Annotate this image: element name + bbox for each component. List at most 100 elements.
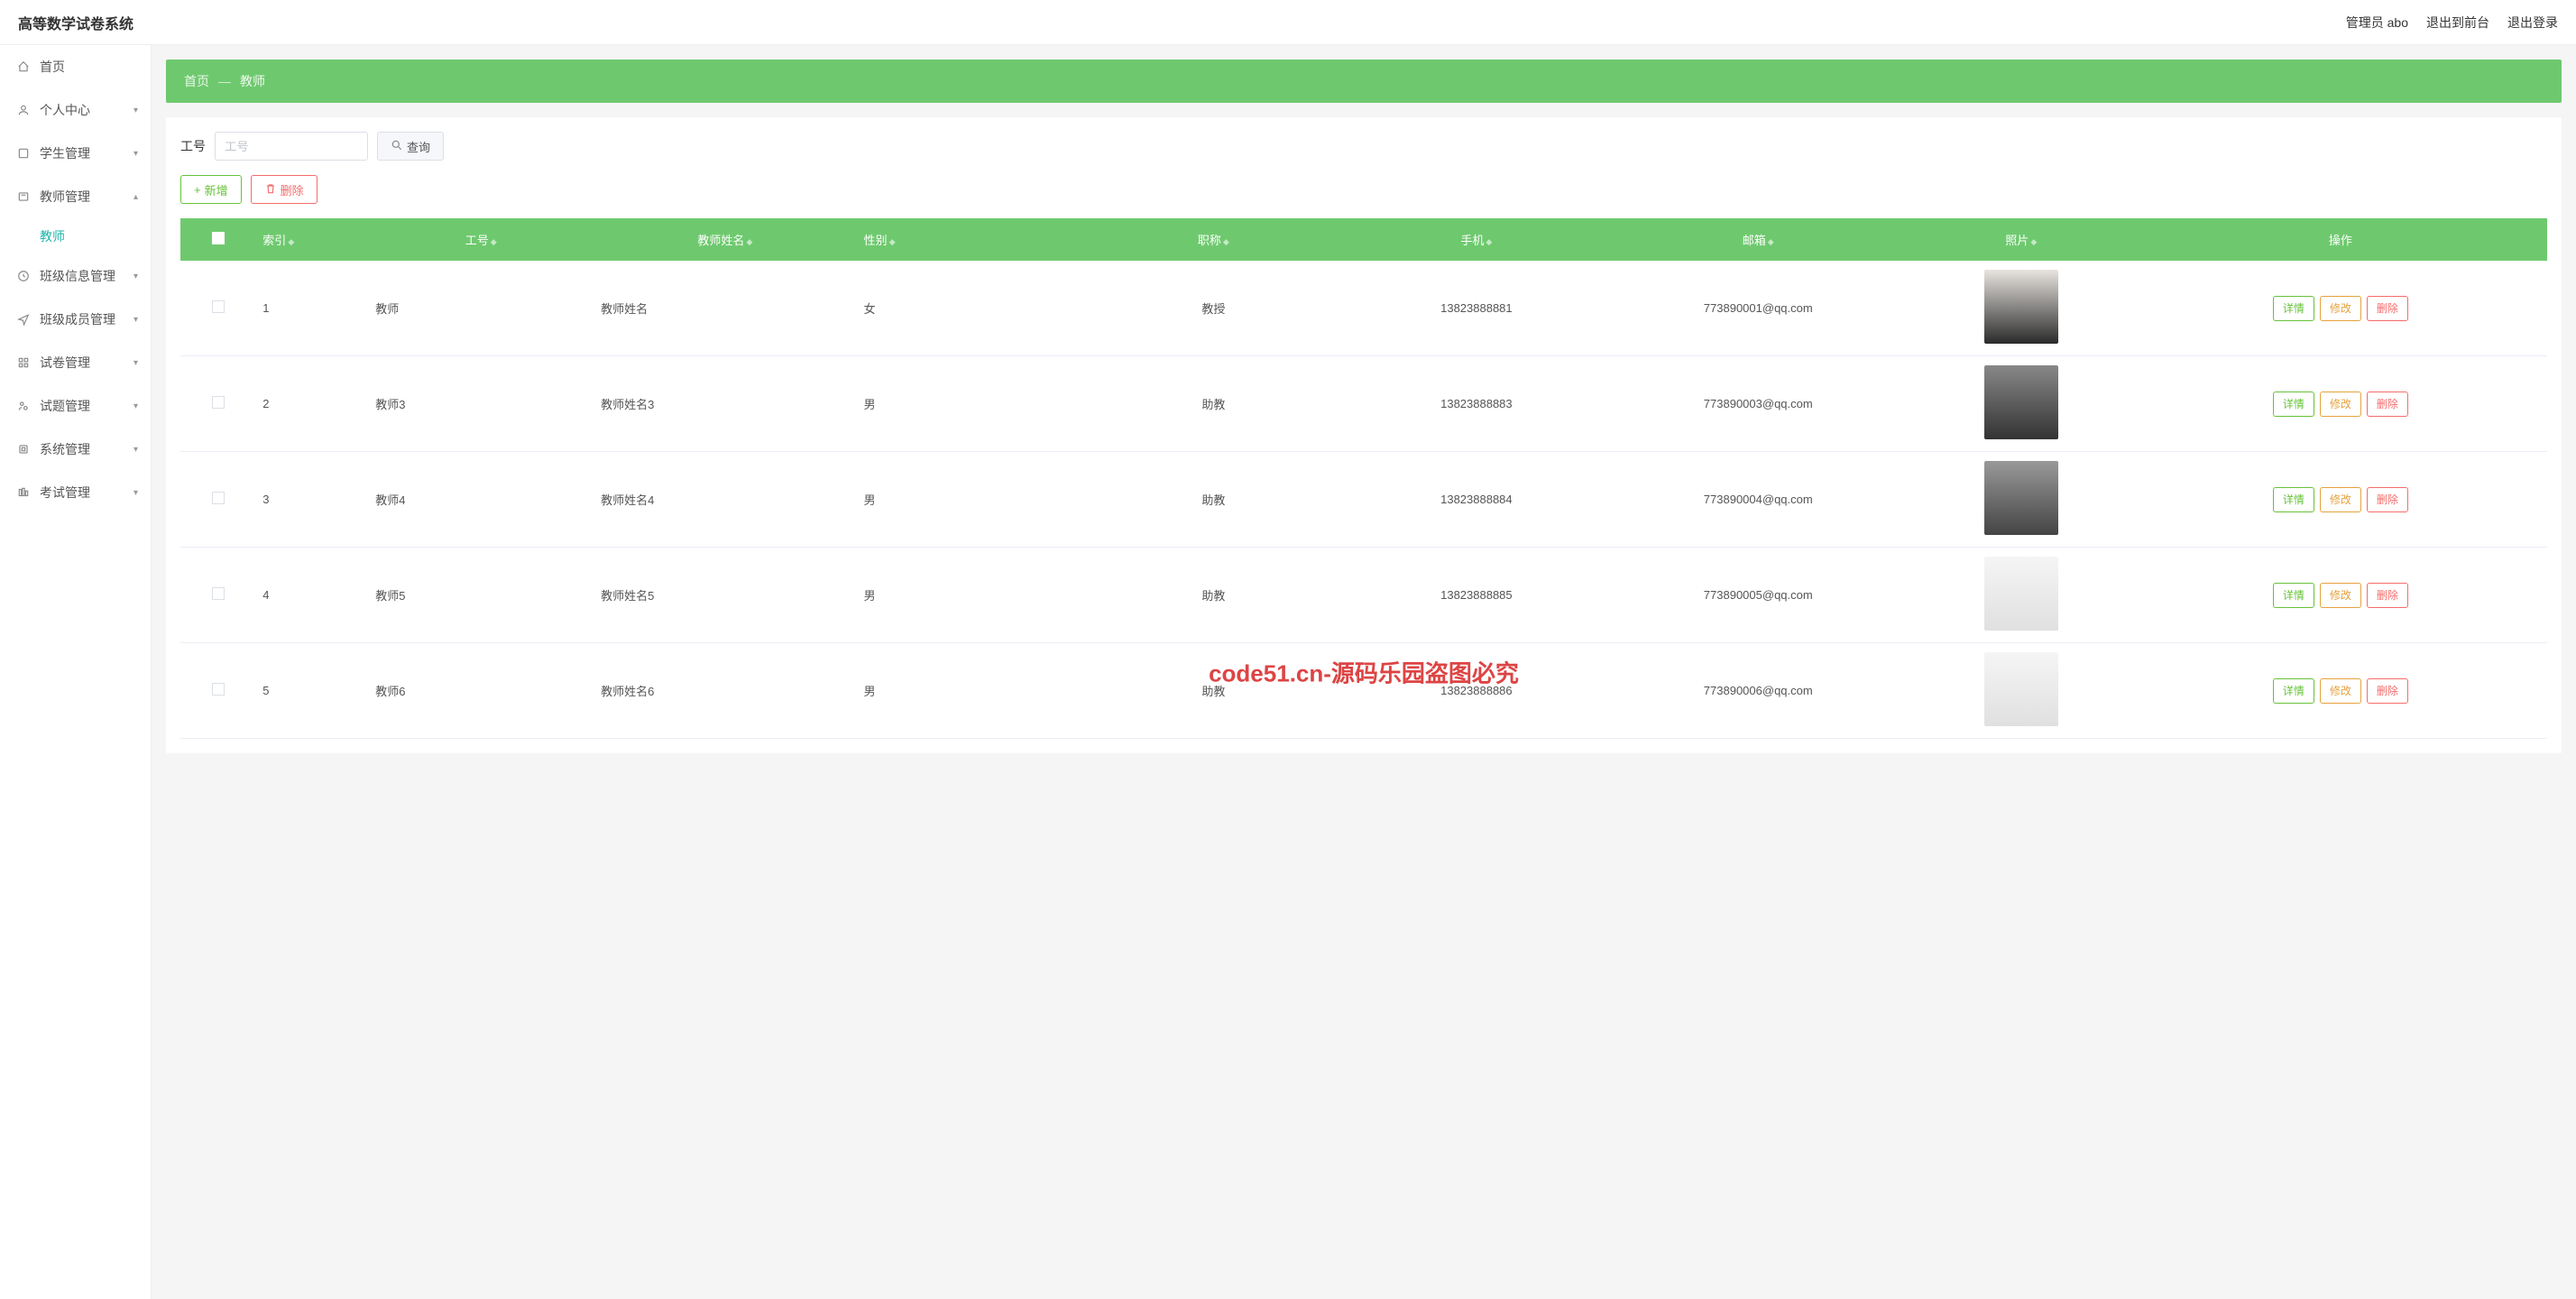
detail-button[interactable]: 详情 bbox=[2273, 392, 2314, 417]
main-content: 首页 — 教师 工号 查询 + 新增 删除 bbox=[152, 45, 2576, 1299]
col-name: 教师姓名 bbox=[697, 234, 744, 247]
sidebar-item-personal[interactable]: 个人中心 ▾ bbox=[0, 88, 151, 132]
chevron-down-icon: ▾ bbox=[133, 445, 138, 455]
cell-email: 773890003@qq.com bbox=[1608, 356, 1909, 452]
sort-icon[interactable]: ◆ bbox=[2030, 237, 2037, 246]
search-label: 工号 bbox=[180, 137, 206, 155]
cell-title: 教授 bbox=[1082, 261, 1346, 356]
cell-email: 773890001@qq.com bbox=[1608, 261, 1909, 356]
photo-thumbnail[interactable] bbox=[1984, 270, 2058, 344]
exam-icon bbox=[16, 485, 31, 500]
sort-icon[interactable]: ◆ bbox=[1768, 237, 1774, 246]
detail-button[interactable]: 详情 bbox=[2273, 296, 2314, 321]
remove-button[interactable]: 删除 bbox=[2367, 296, 2408, 321]
sidebar-item-label: 个人中心 bbox=[40, 101, 90, 119]
cell-email: 773890004@qq.com bbox=[1608, 452, 1909, 548]
sort-icon[interactable]: ◆ bbox=[491, 237, 497, 246]
header: 高等数学试卷系统 管理员 abo 退出到前台 退出登录 bbox=[0, 0, 2576, 45]
sidebar-item-classmember[interactable]: 班级成员管理 ▾ bbox=[0, 298, 151, 341]
table-row: 2 教师3 教师姓名3 男 助教 13823888883 773890003@q… bbox=[180, 356, 2547, 452]
sort-icon[interactable]: ◆ bbox=[1486, 237, 1492, 246]
breadcrumb-home[interactable]: 首页 bbox=[184, 72, 209, 90]
cell-phone: 13823888884 bbox=[1345, 452, 1608, 548]
sort-icon[interactable]: ◆ bbox=[288, 237, 294, 246]
row-checkbox[interactable] bbox=[212, 492, 225, 504]
sidebar-item-paper[interactable]: 试卷管理 ▾ bbox=[0, 341, 151, 384]
sidebar-item-classinfo[interactable]: 班级信息管理 ▾ bbox=[0, 254, 151, 298]
cell-name: 教师姓名6 bbox=[593, 643, 857, 739]
teacher-icon bbox=[16, 189, 31, 204]
edit-button[interactable]: 修改 bbox=[2320, 678, 2361, 704]
cell-gender: 男 bbox=[857, 452, 1082, 548]
sidebar-item-question[interactable]: 试题管理 ▾ bbox=[0, 384, 151, 428]
sidebar-item-student[interactable]: 学生管理 ▾ bbox=[0, 132, 151, 175]
sidebar-item-label: 首页 bbox=[40, 58, 65, 76]
search-button[interactable]: 查询 bbox=[377, 132, 444, 161]
photo-thumbnail[interactable] bbox=[1984, 461, 2058, 535]
remove-button[interactable]: 删除 bbox=[2367, 487, 2408, 512]
home-icon bbox=[16, 60, 31, 74]
detail-button[interactable]: 详情 bbox=[2273, 583, 2314, 608]
col-workid: 工号 bbox=[465, 234, 489, 247]
exit-front-link[interactable]: 退出到前台 bbox=[2426, 14, 2489, 32]
remove-button[interactable]: 删除 bbox=[2367, 678, 2408, 704]
sidebar-item-home[interactable]: 首页 bbox=[0, 45, 151, 88]
row-checkbox[interactable] bbox=[212, 396, 225, 409]
edit-button[interactable]: 修改 bbox=[2320, 583, 2361, 608]
cell-index: 4 bbox=[255, 548, 368, 643]
photo-thumbnail[interactable] bbox=[1984, 557, 2058, 631]
plus-icon: + bbox=[194, 183, 201, 197]
select-all-checkbox[interactable] bbox=[212, 232, 225, 244]
edit-button[interactable]: 修改 bbox=[2320, 487, 2361, 512]
chevron-down-icon: ▾ bbox=[133, 358, 138, 368]
remove-button[interactable]: 删除 bbox=[2367, 583, 2408, 608]
cell-phone: 13823888881 bbox=[1345, 261, 1608, 356]
sidebar-subitem-teacher[interactable]: 教师 bbox=[0, 218, 151, 254]
edit-button[interactable]: 修改 bbox=[2320, 392, 2361, 417]
add-button[interactable]: + 新增 bbox=[180, 175, 242, 204]
sidebar-item-label: 学生管理 bbox=[40, 144, 90, 162]
row-actions: 详情 修改 删除 bbox=[2141, 678, 2540, 704]
col-actions: 操作 bbox=[2329, 234, 2352, 247]
cell-email: 773890006@qq.com bbox=[1608, 643, 1909, 739]
cell-index: 1 bbox=[255, 261, 368, 356]
content-panel: 工号 查询 + 新增 删除 bbox=[166, 117, 2562, 753]
sidebar-item-system[interactable]: 系统管理 ▾ bbox=[0, 428, 151, 471]
data-table: 索引◆ 工号◆ 教师姓名◆ 性别◆ 职称◆ 手机◆ 邮箱◆ 照片◆ 操作 1 教… bbox=[180, 218, 2547, 739]
row-actions: 详情 修改 删除 bbox=[2141, 392, 2540, 417]
sidebar-item-exam[interactable]: 考试管理 ▾ bbox=[0, 471, 151, 514]
sort-icon[interactable]: ◆ bbox=[1223, 237, 1229, 246]
search-input[interactable] bbox=[215, 132, 368, 161]
photo-thumbnail[interactable] bbox=[1984, 652, 2058, 726]
sort-icon[interactable]: ◆ bbox=[746, 237, 752, 246]
detail-button[interactable]: 详情 bbox=[2273, 487, 2314, 512]
cell-workid: 教师6 bbox=[368, 643, 593, 739]
cell-index: 2 bbox=[255, 356, 368, 452]
sidebar-item-label: 试卷管理 bbox=[40, 354, 90, 372]
edit-button[interactable]: 修改 bbox=[2320, 296, 2361, 321]
table-header: 索引◆ 工号◆ 教师姓名◆ 性别◆ 职称◆ 手机◆ 邮箱◆ 照片◆ 操作 bbox=[180, 218, 2547, 261]
remove-button[interactable]: 删除 bbox=[2367, 392, 2408, 417]
sidebar-item-label: 试题管理 bbox=[40, 397, 90, 415]
logout-link[interactable]: 退出登录 bbox=[2507, 14, 2558, 32]
admin-label[interactable]: 管理员 abo bbox=[2346, 14, 2408, 32]
sidebar-item-teacher[interactable]: 教师管理 ▴ bbox=[0, 175, 151, 218]
cell-index: 3 bbox=[255, 452, 368, 548]
cell-gender: 女 bbox=[857, 261, 1082, 356]
row-checkbox[interactable] bbox=[212, 587, 225, 600]
detail-button[interactable]: 详情 bbox=[2273, 678, 2314, 704]
paper-icon bbox=[16, 355, 31, 370]
row-checkbox[interactable] bbox=[212, 683, 225, 696]
cell-title: 助教 bbox=[1082, 356, 1346, 452]
cell-workid: 教师3 bbox=[368, 356, 593, 452]
sort-icon[interactable]: ◆ bbox=[889, 237, 896, 246]
delete-button[interactable]: 删除 bbox=[251, 175, 317, 204]
col-index: 索引 bbox=[262, 234, 286, 247]
table-row: 4 教师5 教师姓名5 男 助教 13823888885 773890005@q… bbox=[180, 548, 2547, 643]
cell-email: 773890005@qq.com bbox=[1608, 548, 1909, 643]
row-actions: 详情 修改 删除 bbox=[2141, 296, 2540, 321]
cell-gender: 男 bbox=[857, 643, 1082, 739]
photo-thumbnail[interactable] bbox=[1984, 365, 2058, 439]
row-checkbox[interactable] bbox=[212, 300, 225, 313]
add-button-label: 新增 bbox=[205, 181, 228, 198]
